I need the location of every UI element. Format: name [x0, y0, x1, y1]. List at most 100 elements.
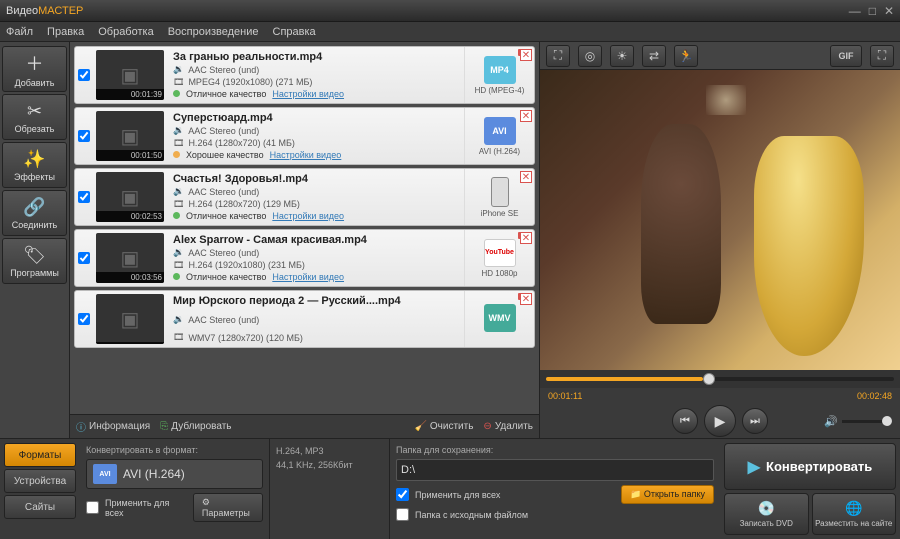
remove-file-button[interactable]: ✕	[520, 293, 532, 305]
file-checkbox[interactable]	[78, 69, 90, 81]
file-item[interactable]: ▣00:01:50Суперстюард.mp4🔉 AAC Stereo (un…	[74, 107, 535, 165]
convert-button[interactable]: ▶ Конвертировать	[724, 443, 896, 490]
close-button[interactable]: ✕	[884, 4, 894, 18]
file-item[interactable]: ▣00:01:39За гранью реальности.mp4🔉 AAC S…	[74, 46, 535, 104]
delete-button[interactable]: ⊖Удалить	[483, 421, 533, 432]
tab-devices[interactable]: Устройства	[4, 469, 76, 493]
file-name: Счастья! Здоровья!.mp4	[173, 173, 458, 185]
main-area: ＋Добавить ✂Обрезать ✨Эффекты 🔗Соединить …	[0, 42, 900, 438]
rotate-tool[interactable]: ⇄	[642, 45, 666, 67]
next-button[interactable]: ⏭	[742, 408, 768, 434]
info-button[interactable]: ⓘИнформация	[76, 419, 150, 434]
tag-icon: 🏷	[23, 245, 46, 266]
remove-file-button[interactable]: ✕	[520, 232, 532, 244]
file-thumbnail[interactable]: ▣00:03:56	[96, 233, 164, 283]
apply-all-checkbox[interactable]	[86, 501, 99, 514]
file-format[interactable]: ✕iPhone SE	[464, 169, 534, 225]
same-folder-checkbox[interactable]	[396, 508, 409, 521]
menu-playback[interactable]: Воспроизведение	[168, 26, 259, 38]
list-footer: ⓘИнформация ⎘Дублировать 🧹Очистить ⊖Удал…	[70, 414, 539, 438]
file-item[interactable]: ▣00:03:56Alex Sparrow - Самая красивая.m…	[74, 229, 535, 287]
file-info: За гранью реальности.mp4🔉 AAC Stereo (un…	[167, 47, 464, 103]
file-list: ▣00:01:39За гранью реальности.mp4🔉 AAC S…	[70, 42, 539, 414]
folder-icon: 📁	[630, 489, 644, 499]
duplicate-button[interactable]: ⎘Дублировать	[160, 421, 231, 432]
video-settings-link[interactable]: Настройки видео	[272, 211, 344, 221]
play-button[interactable]: ▶	[704, 405, 736, 437]
gif-button[interactable]: GIF	[830, 45, 862, 67]
file-format[interactable]: HD✕YouTubeHD 1080p	[464, 230, 534, 286]
sidebar-programs[interactable]: 🏷Программы	[2, 238, 67, 284]
file-format[interactable]: HD✕WMV	[464, 291, 534, 347]
menu-file[interactable]: Файл	[6, 26, 33, 38]
burn-dvd-button[interactable]: 💿Записать DVD	[724, 493, 809, 535]
file-audio: 🔉 AAC Stereo (und)	[173, 64, 458, 75]
speed-tool[interactable]: 🏃	[674, 45, 698, 67]
format-selector[interactable]: AVI AVI (H.264)	[86, 459, 263, 489]
file-thumbnail[interactable]: ▣00:01:39	[96, 50, 164, 100]
file-checkbox[interactable]	[78, 252, 90, 264]
menu-help[interactable]: Справка	[273, 26, 316, 38]
file-item[interactable]: ▣ Мир Юрского периода 2 — Русский....mp4 🔉…	[74, 290, 535, 348]
remove-file-button[interactable]: ✕	[520, 171, 532, 183]
crop-tool[interactable]: ⛶	[546, 45, 570, 67]
minimize-button[interactable]: —	[849, 4, 861, 18]
maximize-button[interactable]: □	[869, 4, 876, 18]
convert-to-label: Конвертировать в формат:	[86, 445, 263, 455]
preview-toolbar: ⛶ ◎ ☀ ⇄ 🏃 GIF ⛶	[540, 42, 900, 70]
file-quality-row: Отличное качество Настройки видео	[173, 211, 458, 221]
snapshot-tool[interactable]: ◎	[578, 45, 602, 67]
fullscreen-button[interactable]: ⛶	[870, 45, 894, 67]
clear-button[interactable]: 🧹Очистить	[414, 421, 473, 432]
file-format[interactable]: HD✕MP4HD (MPEG-4)	[464, 47, 534, 103]
menu-edit[interactable]: Правка	[47, 26, 84, 38]
file-thumbnail[interactable]: ▣00:02:53	[96, 172, 164, 222]
sidebar-join[interactable]: 🔗Соединить	[2, 190, 67, 236]
file-audio: 🔉 AAC Stereo (und)	[173, 247, 458, 258]
file-checkbox[interactable]	[78, 313, 90, 325]
sidebar-add-label: Добавить	[15, 78, 55, 88]
video-preview[interactable]	[540, 70, 900, 370]
action-buttons: ▶ Конвертировать 💿Записать DVD 🌐Размести…	[720, 439, 900, 539]
video-settings-link[interactable]: Настройки видео	[272, 272, 344, 282]
remove-file-button[interactable]: ✕	[520, 49, 532, 61]
remove-file-button[interactable]: ✕	[520, 110, 532, 122]
tab-formats[interactable]: Форматы	[4, 443, 76, 467]
seek-knob[interactable]	[703, 373, 715, 385]
speaker-icon: 🔉	[173, 314, 184, 325]
sidebar-cut[interactable]: ✂Обрезать	[2, 94, 67, 140]
scene-light	[706, 85, 746, 115]
apply-all-folder-checkbox[interactable]	[396, 488, 409, 501]
volume-icon[interactable]: 🔊	[824, 415, 838, 428]
video-settings-link[interactable]: Настройки видео	[272, 89, 344, 99]
file-item[interactable]: ▣00:02:53Счастья! Здоровья!.mp4🔉 AAC Ste…	[74, 168, 535, 226]
video-settings-link[interactable]: Настройки видео	[270, 150, 342, 160]
file-video: 🎞 MPEG4 (1920x1080) (271 МБ)	[173, 77, 458, 88]
speaker-icon: 🔉	[173, 64, 184, 75]
sidebar-effects[interactable]: ✨Эффекты	[2, 142, 67, 188]
folder-path-input[interactable]	[396, 459, 714, 481]
file-thumbnail[interactable]: ▣	[96, 294, 164, 344]
prev-button[interactable]: ⏮	[672, 408, 698, 434]
tab-sites[interactable]: Сайты	[4, 495, 76, 519]
quality-text: Отличное качество	[186, 89, 266, 99]
seek-track[interactable]	[546, 377, 894, 381]
volume-knob[interactable]	[882, 416, 892, 426]
params-button[interactable]: ⚙ Параметры	[193, 493, 263, 522]
seek-bar[interactable]	[540, 370, 900, 388]
brightness-tool[interactable]: ☀	[610, 45, 634, 67]
publish-button[interactable]: 🌐Разместить на сайте	[812, 493, 897, 535]
window-buttons: — □ ✕	[849, 4, 894, 18]
seek-progress	[546, 377, 703, 381]
volume-track[interactable]	[842, 420, 892, 423]
sidebar-add[interactable]: ＋Добавить	[2, 46, 67, 92]
open-folder-button[interactable]: 📁 Открыть папку	[621, 485, 714, 504]
file-format[interactable]: ✕AVIAVI (H.264)	[464, 108, 534, 164]
file-thumbnail[interactable]: ▣00:01:50	[96, 111, 164, 161]
file-name: Мир Юрского периода 2 — Русский....mp4	[173, 295, 458, 307]
file-checkbox[interactable]	[78, 191, 90, 203]
time-total: 00:02:48	[857, 391, 892, 401]
menu-process[interactable]: Обработка	[98, 26, 153, 38]
file-checkbox[interactable]	[78, 130, 90, 142]
format-icon	[491, 177, 509, 207]
